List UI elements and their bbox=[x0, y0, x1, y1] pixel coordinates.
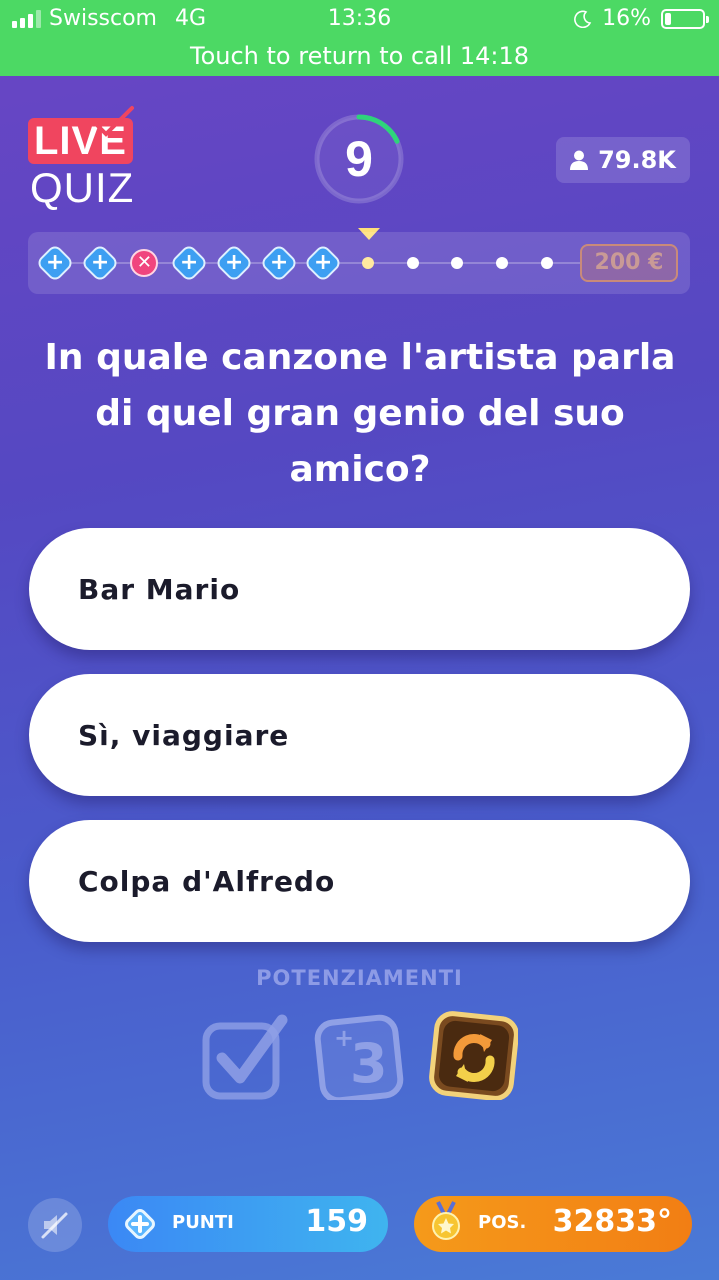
refresh-powerup-icon[interactable] bbox=[428, 1010, 518, 1100]
powerups-title: POTENZIAMENTI bbox=[256, 966, 463, 990]
answer-option-3[interactable]: Colpa d'Alfredo bbox=[29, 820, 690, 942]
step-correct-icon: + bbox=[303, 243, 343, 283]
step-pending-dot bbox=[406, 257, 419, 269]
battery-percent: 16% bbox=[602, 6, 651, 31]
plus-three-powerup-icon[interactable]: + 3 bbox=[314, 1010, 404, 1100]
prize-amount: 200 € bbox=[580, 244, 678, 282]
step-correct-icon: + bbox=[258, 243, 299, 283]
points-value: 159 bbox=[305, 1204, 368, 1239]
live-quiz-logo: LIVE QUIZ bbox=[28, 106, 148, 214]
return-to-call-banner[interactable]: Touch to return to call 14:18 bbox=[0, 42, 719, 70]
answer-option-2[interactable]: Sì, viaggiare bbox=[29, 674, 690, 796]
countdown-timer: 9 bbox=[312, 112, 406, 206]
step-current-dot bbox=[361, 257, 374, 269]
speaker-muted-icon bbox=[41, 1212, 68, 1239]
status-bar[interactable]: Swisscom 4G 13:36 16% Touch to return to… bbox=[0, 0, 719, 76]
position-pill: POS. 32833° bbox=[414, 1196, 692, 1252]
answer-option-1[interactable]: Bar Mario bbox=[29, 528, 690, 650]
mute-button[interactable] bbox=[28, 1198, 82, 1252]
step-correct-icon: + bbox=[35, 243, 75, 283]
step-wrong-icon: ✕ bbox=[130, 249, 159, 277]
battery-icon bbox=[661, 8, 709, 29]
step-pending-dot bbox=[451, 257, 464, 269]
medal-icon bbox=[432, 1201, 460, 1240]
answer-option-label: Colpa d'Alfredo bbox=[78, 864, 336, 898]
moon-icon bbox=[574, 10, 592, 28]
step-correct-icon: + bbox=[213, 243, 254, 283]
step-correct-icon: + bbox=[169, 243, 209, 283]
person-icon bbox=[570, 150, 589, 170]
answer-option-label: Bar Mario bbox=[78, 572, 241, 606]
svg-text:3: 3 bbox=[350, 1032, 388, 1095]
timer-seconds: 9 bbox=[345, 131, 373, 187]
plus-gem-icon bbox=[125, 1209, 155, 1239]
checkmark-powerup-icon[interactable] bbox=[200, 1010, 290, 1100]
logo-check-mark bbox=[94, 106, 134, 137]
position-value: 32833° bbox=[552, 1204, 672, 1239]
position-label: POS. bbox=[478, 1212, 527, 1233]
points-label: PUNTI bbox=[172, 1212, 234, 1233]
viewer-count-value: 79.8K bbox=[598, 146, 676, 174]
viewer-count: 79.8K bbox=[556, 137, 690, 183]
answer-option-label: Sì, viaggiare bbox=[78, 718, 290, 752]
question-text: In quale canzone l'artista parla di quel… bbox=[44, 337, 676, 490]
logo-quiz-text: QUIZ bbox=[30, 164, 135, 211]
step-pending-dot bbox=[496, 257, 508, 269]
step-pending-dot bbox=[540, 257, 553, 269]
step-correct-icon: + bbox=[79, 243, 120, 283]
points-pill: PUNTI 159 bbox=[108, 1196, 388, 1252]
question-progress-track: + + ✕ + + + + 200 € bbox=[28, 232, 690, 294]
